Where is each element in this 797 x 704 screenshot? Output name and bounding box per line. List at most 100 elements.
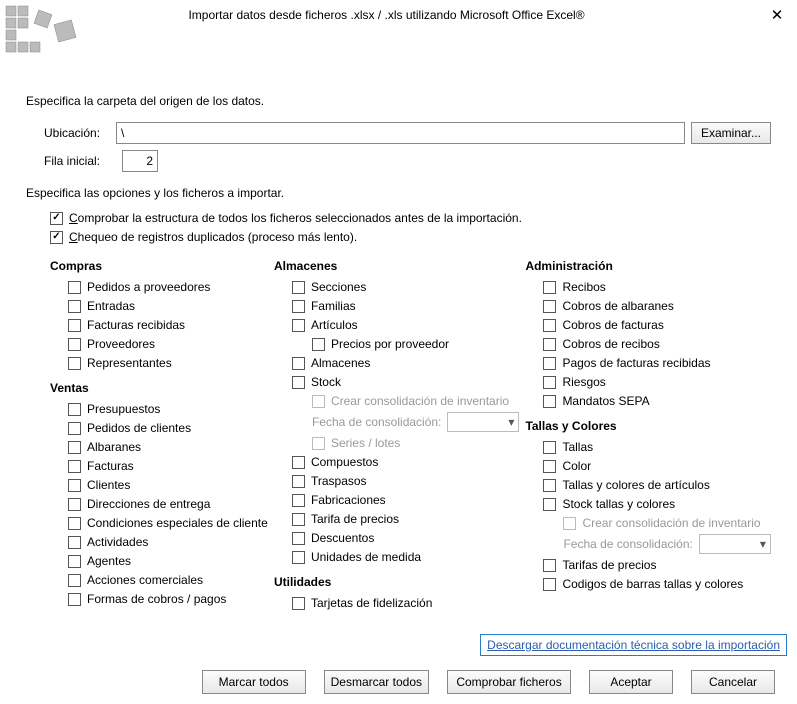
file-checkbox[interactable]: Acciones comerciales (68, 572, 274, 588)
file-checkbox[interactable]: Facturas (68, 458, 274, 474)
checkbox-icon (68, 460, 81, 473)
checkbox-icon (312, 338, 325, 351)
file-checkbox[interactable]: Facturas recibidas (68, 317, 274, 333)
file-checkbox[interactable]: Actividades (68, 534, 274, 550)
checkbox-icon (543, 376, 556, 389)
file-checkbox[interactable]: Color (543, 458, 771, 474)
file-checkbox[interactable]: Tarjetas de fidelización (292, 595, 525, 611)
doc-link-box: Descargar documentación técnica sobre la… (480, 634, 787, 656)
file-checkbox[interactable]: Presupuestos (68, 401, 274, 417)
cancel-button[interactable]: Cancelar (691, 670, 775, 694)
accept-button[interactable]: Aceptar (589, 670, 673, 694)
checkbox-icon (292, 319, 305, 332)
crear-consolidacion-tallas-checkbox: Crear consolidación de inventario (563, 515, 771, 531)
checkbox-icon (543, 460, 556, 473)
file-checkbox[interactable]: Agentes (68, 553, 274, 569)
fecha-consolidacion-tallas-row: Fecha de consolidación: ▾ (563, 534, 771, 554)
checkbox-icon (543, 338, 556, 351)
file-checkbox[interactable]: Albaranes (68, 439, 274, 455)
file-checkbox[interactable]: Formas de cobros / pagos (68, 591, 274, 607)
mark-all-button[interactable]: Marcar todos (202, 670, 306, 694)
file-checkbox[interactable]: Riesgos (543, 374, 771, 390)
file-checkbox[interactable]: Representantes (68, 355, 274, 371)
intro-folder-text: Especifica la carpeta del origen de los … (26, 94, 771, 108)
check-duplicates-checkbox[interactable]: Chequeo de registros duplicados (proceso… (50, 229, 771, 245)
file-checkbox[interactable]: Direcciones de entrega (68, 496, 274, 512)
file-checkbox[interactable]: Traspasos (292, 473, 525, 489)
checkbox-icon (543, 479, 556, 492)
file-checkbox[interactable]: Artículos (292, 317, 525, 333)
intro-options-text: Especifica las opciones y los ficheros a… (26, 186, 771, 200)
checkbox-icon (543, 441, 556, 454)
file-checkbox[interactable]: Tallas y colores de artículos (543, 477, 771, 493)
file-checkbox[interactable]: Recibos (543, 279, 771, 295)
file-checkbox[interactable]: Cobros de recibos (543, 336, 771, 352)
file-checkbox[interactable]: Descuentos (292, 530, 525, 546)
file-checkbox[interactable]: Fabricaciones (292, 492, 525, 508)
file-checkbox[interactable]: Pagos de facturas recibidas (543, 355, 771, 371)
checkbox-icon (292, 281, 305, 294)
close-button[interactable]: ✕ (765, 6, 789, 24)
crear-consolidacion-checkbox: Crear consolidación de inventario (312, 393, 525, 409)
checkbox-icon (543, 578, 556, 591)
checkbox-icon (312, 395, 325, 408)
file-checkbox[interactable]: Mandatos SEPA (543, 393, 771, 409)
checkbox-icon (292, 551, 305, 564)
checkbox-icon (68, 338, 81, 351)
file-checkbox[interactable]: Tarifa de precios (292, 511, 525, 527)
browse-button[interactable]: Examinar... (691, 122, 771, 144)
file-checkbox[interactable]: Unidades de medida (292, 549, 525, 565)
initial-row-label: Fila inicial: (26, 154, 116, 168)
file-checkbox[interactable]: Cobros de albaranes (543, 298, 771, 314)
checkbox-icon (543, 319, 556, 332)
checkbox-icon (68, 319, 81, 332)
checkbox-icon (292, 475, 305, 488)
file-checkbox[interactable]: Compuestos (292, 454, 525, 470)
checkbox-icon (68, 403, 81, 416)
checkbox-icon (68, 357, 81, 370)
file-checkbox[interactable]: Entradas (68, 298, 274, 314)
file-checkbox[interactable]: Pedidos a proveedores (68, 279, 274, 295)
checkbox-icon (68, 281, 81, 294)
file-checkbox[interactable]: Tarifas de precios (543, 557, 771, 573)
group-ventas-title: Ventas (50, 381, 274, 395)
file-checkbox[interactable]: Tallas (543, 439, 771, 455)
checkbox-icon (543, 357, 556, 370)
file-checkbox[interactable]: Condiciones especiales de cliente (68, 515, 274, 531)
checkbox-icon (68, 555, 81, 568)
check-files-button[interactable]: Comprobar ficheros (447, 670, 571, 694)
file-checkbox[interactable]: Clientes (68, 477, 274, 493)
file-checkbox[interactable]: Codigos de barras tallas y colores (543, 576, 771, 592)
checkbox-icon (68, 593, 81, 606)
checkbox-icon (68, 574, 81, 587)
documentation-link[interactable]: Descargar documentación técnica sobre la… (487, 638, 780, 652)
file-checkbox[interactable]: Pedidos de clientes (68, 420, 274, 436)
file-checkbox[interactable]: Stock (292, 374, 525, 390)
checkbox-icon (68, 441, 81, 454)
group-almacenes-title: Almacenes (274, 259, 525, 273)
location-label: Ubicación: (26, 126, 116, 140)
file-checkbox[interactable]: Familias (292, 298, 525, 314)
checkbox-icon (543, 559, 556, 572)
fecha-consolidacion-combo[interactable]: ▾ (447, 412, 519, 432)
check-structure-checkbox[interactable]: Comprobar la estructura de todos los fic… (50, 210, 771, 226)
file-checkbox[interactable]: Secciones (292, 279, 525, 295)
fecha-consolidacion-tallas-combo[interactable]: ▾ (699, 534, 771, 554)
checkbox-icon (543, 281, 556, 294)
file-checkbox[interactable]: Cobros de facturas (543, 317, 771, 333)
file-checkbox[interactable]: Almacenes (292, 355, 525, 371)
checkbox-icon (292, 456, 305, 469)
location-input[interactable] (116, 122, 685, 144)
checkbox-icon (68, 498, 81, 511)
unmark-all-button[interactable]: Desmarcar todos (324, 670, 429, 694)
group-tallas-title: Tallas y Colores (525, 419, 771, 433)
checkbox-icon (292, 300, 305, 313)
app-logo-icon (4, 4, 88, 58)
precios-proveedor-checkbox[interactable]: Precios por proveedor (312, 336, 525, 352)
group-compras-title: Compras (50, 259, 274, 273)
file-checkbox[interactable]: Stock tallas y colores (543, 496, 771, 512)
file-checkbox[interactable]: Proveedores (68, 336, 274, 352)
initial-row-input[interactable] (122, 150, 158, 172)
checkbox-icon (292, 513, 305, 526)
checkbox-icon (68, 300, 81, 313)
